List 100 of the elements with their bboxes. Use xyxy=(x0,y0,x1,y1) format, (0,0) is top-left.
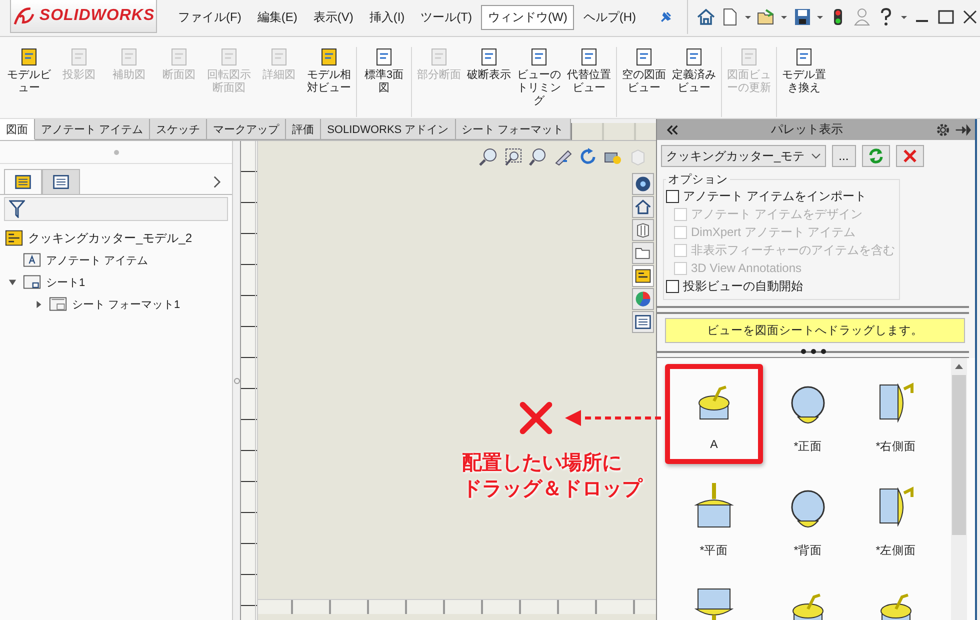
refresh-button[interactable] xyxy=(862,145,890,167)
sheet-icon xyxy=(579,47,599,67)
sheet-icon xyxy=(319,47,339,67)
zoom-area-icon[interactable] xyxy=(503,147,523,167)
tree-item[interactable]: クッキングカッター_モデル_2 xyxy=(28,230,192,246)
sheet-icon xyxy=(794,47,814,67)
menu-item[interactable]: 表示(V) xyxy=(306,4,360,30)
pin-icon[interactable] xyxy=(955,124,971,136)
sheet-icon xyxy=(479,47,499,67)
settings-icon[interactable] xyxy=(935,122,951,138)
view-label: *右側面 xyxy=(876,440,916,454)
home-icon[interactable] xyxy=(632,196,654,218)
ribbon-button[interactable]: モデル相対ビュー xyxy=(305,47,353,115)
save-icon[interactable] xyxy=(792,7,812,27)
tree-item[interactable]: アノテート アイテム xyxy=(46,252,148,268)
checkbox[interactable] xyxy=(666,190,679,202)
tree-item[interactable]: シート1 xyxy=(46,274,86,290)
caret-icon xyxy=(810,153,821,159)
sheet-icon xyxy=(169,47,189,67)
list-icon xyxy=(52,173,70,191)
rotate-icon[interactable] xyxy=(578,147,598,167)
command-tab[interactable]: 図面 xyxy=(0,119,35,140)
sheet-icon xyxy=(374,47,394,67)
menu-item[interactable]: 挿入(I) xyxy=(362,4,412,30)
filter-field[interactable] xyxy=(4,197,228,221)
menu-item[interactable]: ツール(T) xyxy=(414,4,479,30)
annotation-folder-icon xyxy=(22,251,42,269)
folder-icon[interactable] xyxy=(632,242,654,264)
tree-icon xyxy=(14,173,32,191)
collapse-icon[interactable] xyxy=(667,124,679,134)
sheet-icon xyxy=(684,47,704,67)
zoom-icon[interactable] xyxy=(528,147,548,167)
ribbon-button[interactable]: ビューのトリミング xyxy=(515,47,563,115)
clear-button[interactable] xyxy=(896,145,924,167)
drawing-icon xyxy=(4,229,24,247)
checkbox[interactable] xyxy=(666,280,679,292)
splitter-handle[interactable] xyxy=(234,378,240,384)
ribbon-button[interactable]: 代替位置ビュー xyxy=(565,47,613,115)
library-icon[interactable] xyxy=(632,219,654,241)
sheet-icon xyxy=(219,47,239,67)
annotation-text: 配置したい場所に xyxy=(462,451,622,476)
options-title: オプション xyxy=(667,172,729,187)
view-thumbnail[interactable]: *背面 xyxy=(765,468,851,568)
view-thumbnail[interactable]: *左側面 xyxy=(853,468,939,568)
property-tab[interactable] xyxy=(42,169,80,194)
tree-item[interactable]: シート フォーマット1 xyxy=(72,296,180,312)
option-label: 非表示フィーチャーのアイテムを含む xyxy=(691,242,895,258)
view-thumbnail[interactable]: *平面 xyxy=(665,468,763,568)
resource-icon[interactable] xyxy=(632,173,654,195)
zoom-to-fit-icon[interactable] xyxy=(478,147,498,167)
logo-text: SOLIDWORKS xyxy=(39,7,155,25)
menu-item[interactable]: ファイル(F) xyxy=(171,4,248,30)
command-tab[interactable]: スケッチ xyxy=(150,119,208,140)
model-dropdown[interactable]: クッキングカッター_モテ xyxy=(661,145,826,167)
feature-tree-tab[interactable] xyxy=(4,169,42,194)
filter-icon xyxy=(9,200,25,218)
option-label: アノテート アイテムをデザイン xyxy=(691,206,862,222)
appearance-icon[interactable] xyxy=(632,288,654,310)
command-tab[interactable]: アノテート アイテム xyxy=(35,119,150,140)
view-palette-icon[interactable] xyxy=(632,265,654,287)
pin-icon[interactable] xyxy=(659,10,673,24)
sheet-icon xyxy=(19,47,39,67)
scrollbar[interactable] xyxy=(951,358,967,620)
hint-banner: ビューを図面シートへドラッグします。 xyxy=(665,318,965,343)
folder-icon[interactable] xyxy=(756,7,776,27)
ribbon-button[interactable]: 破断表示 xyxy=(465,47,513,115)
view-thumbnail[interactable]: A xyxy=(665,364,763,464)
option-label: DimXpert アノテート アイテム xyxy=(691,224,856,240)
ribbon-button[interactable]: 定義済みビュー xyxy=(670,47,718,115)
view-label: *平面 xyxy=(700,544,728,558)
home-icon[interactable] xyxy=(696,7,716,27)
command-tab[interactable]: シート フォーマット xyxy=(456,119,571,140)
annotation-text: ドラッグ＆ドロップ xyxy=(462,476,642,502)
ribbon-button[interactable]: モデルビュー xyxy=(5,47,53,115)
properties-icon[interactable] xyxy=(632,311,654,333)
view-label: *正面 xyxy=(794,440,822,454)
menu-item[interactable]: ウィンドウ(W) xyxy=(481,4,574,30)
command-tab[interactable]: 評価 xyxy=(286,119,322,140)
command-tab[interactable]: マークアップ xyxy=(207,119,286,140)
view-label: A xyxy=(710,439,718,451)
menu-item[interactable]: 編集(E) xyxy=(250,4,304,30)
expand-toggle-icon[interactable] xyxy=(34,300,42,308)
ribbon-button[interactable]: 標準3面図 xyxy=(360,47,408,115)
logo-mark-icon xyxy=(12,6,36,26)
view-thumbnail[interactable]: *正面 xyxy=(765,364,851,464)
grip-handle[interactable] xyxy=(114,150,118,154)
view-label: *左側面 xyxy=(876,544,916,558)
menu-item[interactable]: ヘルプ(H) xyxy=(576,4,643,30)
chevron-right-icon[interactable] xyxy=(212,175,222,189)
expand-toggle-icon[interactable] xyxy=(8,278,16,286)
command-tab[interactable]: SOLIDWORKS アドイン xyxy=(321,119,456,140)
option-label: 3D View Annotations xyxy=(691,261,802,275)
sheet-icon xyxy=(529,47,549,67)
sheet-icon xyxy=(739,47,759,67)
browse-button[interactable]: ... xyxy=(832,145,856,167)
ribbon-button[interactable]: 空の図面ビュー xyxy=(620,47,668,115)
sheet-icon xyxy=(69,47,89,67)
view-thumbnail[interactable]: *右側面 xyxy=(853,364,939,464)
palette-title: パレット表示 xyxy=(770,121,844,138)
ribbon-button[interactable]: モデル置き換え xyxy=(780,47,828,115)
